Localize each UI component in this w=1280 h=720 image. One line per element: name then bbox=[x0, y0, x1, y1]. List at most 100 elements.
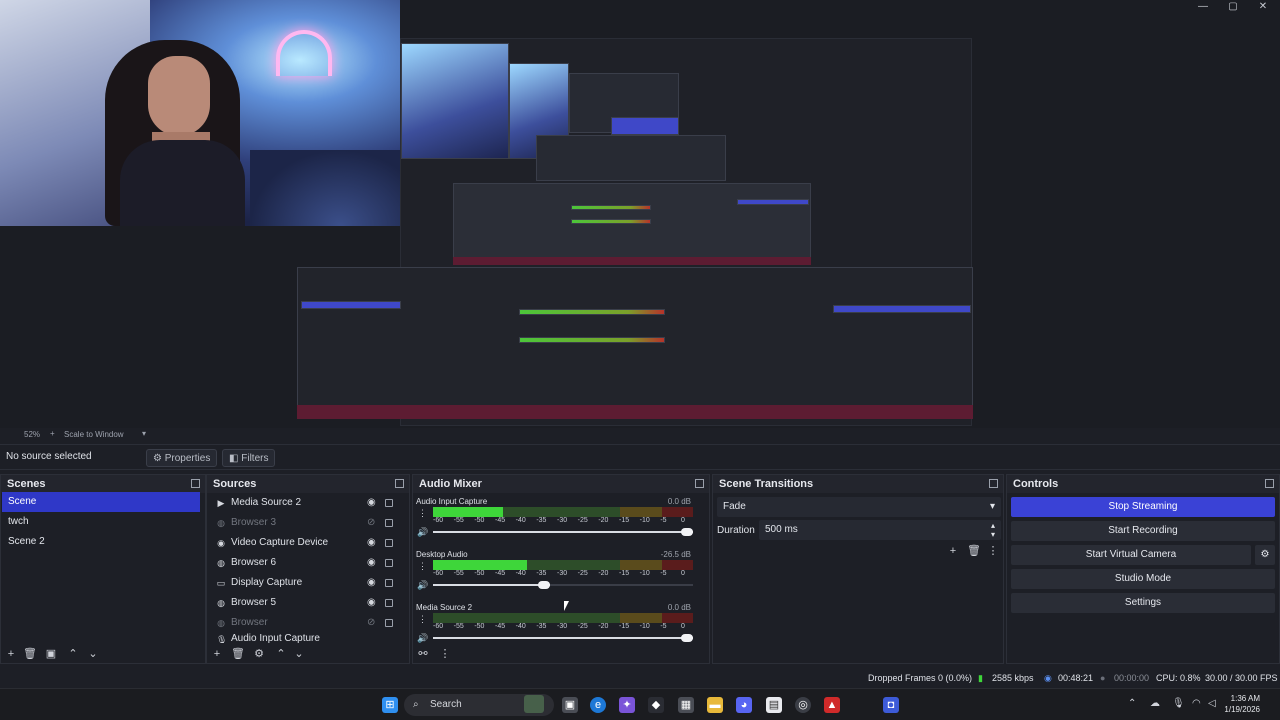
scenes-title: Scenes bbox=[7, 478, 46, 490]
eye-icon[interactable]: ◉ bbox=[367, 573, 379, 593]
source-row[interactable]: ▶ Media Source 2 ◉ bbox=[207, 493, 403, 513]
speaker-icon[interactable]: 🔊 bbox=[417, 527, 428, 538]
scale-mode-select[interactable]: Scale to Window bbox=[64, 430, 124, 439]
clock[interactable]: 1:36 AM 1/19/2026 bbox=[1224, 693, 1260, 715]
eye-icon[interactable]: ◉ bbox=[367, 493, 379, 513]
source-row[interactable]: ◍ Browser 3 ⊘ bbox=[207, 513, 403, 533]
volume-slider[interactable] bbox=[433, 581, 693, 589]
scene-item[interactable]: Scene 2 bbox=[2, 532, 200, 552]
discord-icon[interactable]: ◕ bbox=[736, 697, 752, 713]
move-down-icon[interactable]: ⌄ bbox=[87, 648, 99, 660]
folder-icon[interactable]: ▬ bbox=[707, 697, 723, 713]
chevron-up-icon[interactable]: ⌃ bbox=[1128, 698, 1136, 709]
scene-filters-icon[interactable]: ▣ bbox=[45, 648, 57, 660]
eye-icon[interactable]: ◉ bbox=[367, 593, 379, 613]
duration-stepper[interactable]: 500 ms ▴ ▾ bbox=[759, 520, 1001, 540]
undock-icon[interactable] bbox=[191, 479, 200, 488]
studio-mode-button[interactable]: Studio Mode bbox=[1011, 569, 1275, 589]
maximize-button[interactable]: ▢ bbox=[1218, 0, 1248, 16]
more-icon[interactable]: ⋮ bbox=[418, 508, 427, 519]
eye-icon[interactable]: ◉ bbox=[367, 553, 379, 573]
undock-icon[interactable] bbox=[695, 479, 704, 488]
lock-icon[interactable] bbox=[385, 539, 393, 547]
widget-icon[interactable] bbox=[524, 695, 544, 713]
lock-icon[interactable] bbox=[385, 599, 393, 607]
source-row[interactable]: ◍ Browser 6 ◉ bbox=[207, 553, 403, 573]
move-up-icon[interactable]: ⌃ bbox=[275, 648, 287, 660]
lock-icon[interactable] bbox=[385, 559, 393, 567]
windows-start-icon[interactable]: ⊞ bbox=[382, 697, 398, 713]
more-icon[interactable]: ⋮ bbox=[987, 545, 999, 557]
store-icon[interactable]: ▦ bbox=[678, 697, 694, 713]
undock-icon[interactable] bbox=[1265, 479, 1274, 488]
gear-icon[interactable]: ⚙ bbox=[253, 648, 265, 660]
scene-item[interactable]: twch bbox=[2, 512, 200, 532]
meter-tick-label: -50 bbox=[474, 517, 485, 524]
undock-icon[interactable] bbox=[395, 479, 404, 488]
slider-handle[interactable] bbox=[681, 528, 693, 536]
speaker-icon[interactable]: 🔊 bbox=[417, 580, 428, 591]
volume-icon[interactable]: ◁ bbox=[1208, 698, 1216, 709]
add-scene-icon[interactable]: + bbox=[5, 648, 17, 660]
more-icon[interactable]: ⋮ bbox=[439, 648, 451, 660]
lock-icon[interactable] bbox=[385, 619, 393, 627]
volume-slider[interactable] bbox=[433, 634, 693, 642]
trash-icon[interactable]: 🗑 bbox=[967, 545, 981, 557]
start-recording-button[interactable]: Start Recording bbox=[1011, 521, 1275, 541]
source-row[interactable]: ◉ Video Capture Device ◉ bbox=[207, 533, 403, 553]
minimize-button[interactable]: — bbox=[1188, 0, 1218, 16]
preview-canvas[interactable] bbox=[0, 0, 1280, 428]
scene-item[interactable]: Scene bbox=[2, 492, 200, 512]
trash-icon[interactable]: 🗑 bbox=[23, 648, 37, 660]
start-virtual-camera-button[interactable]: Start Virtual Camera bbox=[1011, 545, 1251, 565]
microphone-icon[interactable]: 🎙 bbox=[1172, 698, 1185, 709]
properties-button[interactable]: ⚙ Properties bbox=[146, 449, 218, 467]
eye-hidden-icon[interactable]: ⊘ bbox=[367, 513, 379, 533]
virtual-camera-settings-button[interactable]: ⚙ bbox=[1255, 545, 1275, 565]
document-icon[interactable]: ▤ bbox=[766, 697, 782, 713]
cloud-icon[interactable]: ☁ bbox=[1150, 698, 1160, 709]
channel-name: Desktop Audio bbox=[416, 550, 468, 559]
pdf-icon[interactable]: ▲ bbox=[824, 697, 840, 713]
close-button[interactable]: ✕ bbox=[1248, 0, 1278, 16]
meter-tick-label: -45 bbox=[495, 570, 506, 577]
chevron-down-icon[interactable]: ▾ bbox=[142, 429, 146, 438]
chevron-down-icon[interactable]: ▾ bbox=[991, 525, 995, 545]
source-row[interactable]: ◍ Browser 5 ◉ bbox=[207, 593, 403, 613]
edge-icon[interactable]: e bbox=[590, 697, 606, 713]
eye-hidden-icon[interactable]: ⊘ bbox=[367, 613, 379, 633]
add-source-icon[interactable]: + bbox=[211, 648, 223, 660]
speaker-icon[interactable]: 🔊 bbox=[417, 633, 428, 644]
task-view-icon[interactable]: ▣ bbox=[562, 697, 578, 713]
obs-icon[interactable]: ◎ bbox=[795, 697, 811, 713]
filters-button[interactable]: ◧ Filters bbox=[222, 449, 276, 467]
add-transition-icon[interactable]: + bbox=[947, 545, 959, 557]
bitrate: 2585 kbps bbox=[992, 673, 1034, 683]
lock-icon[interactable] bbox=[385, 499, 393, 507]
source-row[interactable]: ▭ Display Capture ◉ bbox=[207, 573, 403, 593]
date: 1/19/2026 bbox=[1224, 705, 1260, 714]
slider-handle[interactable] bbox=[538, 581, 550, 589]
trash-icon[interactable]: 🗑 bbox=[231, 648, 245, 660]
more-icon[interactable]: ⋮ bbox=[418, 561, 427, 572]
app-icon[interactable]: ◆ bbox=[648, 697, 664, 713]
link-icon[interactable]: ⚯ bbox=[417, 648, 429, 660]
lock-icon[interactable] bbox=[385, 519, 393, 527]
volume-slider[interactable] bbox=[433, 528, 693, 536]
app-icon[interactable]: ◘ bbox=[883, 697, 899, 713]
source-row[interactable]: 🎙 Audio Input Capture bbox=[207, 633, 403, 643]
transition-select[interactable]: Fade ▾ bbox=[717, 497, 1001, 517]
undock-icon[interactable] bbox=[989, 479, 998, 488]
wifi-icon[interactable]: ◠ bbox=[1192, 698, 1201, 709]
move-up-icon[interactable]: ⌃ bbox=[67, 648, 79, 660]
source-row[interactable]: ◍ Browser ⊘ bbox=[207, 613, 403, 633]
stop-streaming-button[interactable]: Stop Streaming bbox=[1011, 497, 1275, 517]
settings-button[interactable]: Settings bbox=[1011, 593, 1275, 613]
copilot-icon[interactable]: ✦ bbox=[619, 697, 635, 713]
move-down-icon[interactable]: ⌄ bbox=[293, 648, 305, 660]
plus-icon[interactable]: + bbox=[50, 429, 55, 438]
lock-icon[interactable] bbox=[385, 579, 393, 587]
eye-icon[interactable]: ◉ bbox=[367, 533, 379, 553]
more-icon[interactable]: ⋮ bbox=[418, 614, 427, 625]
slider-handle[interactable] bbox=[681, 634, 693, 642]
